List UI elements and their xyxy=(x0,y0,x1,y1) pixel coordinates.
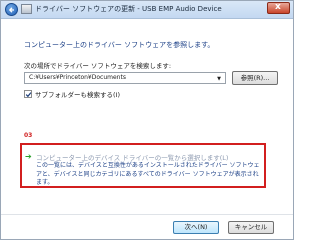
include-subfolders-label: サブフォルダーも検索する(I) xyxy=(35,91,120,99)
title-bar: ドライバー ソフトウェアの更新 - USB EMP Audio Device x xyxy=(1,1,293,19)
step-badge: 03 xyxy=(24,132,33,139)
browse-button[interactable]: 参照(R)... xyxy=(232,71,278,85)
green-arrow-icon: ➔ xyxy=(25,152,32,161)
close-button[interactable]: x xyxy=(267,2,290,14)
search-path-combobox[interactable]: C:¥Users¥Princeton¥Documents ▼ xyxy=(24,72,226,84)
next-button[interactable]: 次へ(N) xyxy=(173,221,219,234)
back-arrow-icon[interactable] xyxy=(5,3,18,16)
window-title: ドライバー ソフトウェアの更新 - USB EMP Audio Device xyxy=(35,5,222,13)
chevron-down-icon[interactable]: ▼ xyxy=(217,76,221,82)
pick-from-list-description: この一覧には、デバイスと互換性があるインストールされたドライバー ソフトウェアと… xyxy=(36,162,260,186)
search-path-value: C:¥Users¥Princeton¥Documents xyxy=(29,74,126,81)
dialog-window xyxy=(0,0,294,240)
cancel-button[interactable]: キャンセル xyxy=(228,221,274,234)
include-subfolders-checkbox[interactable] xyxy=(24,90,32,98)
page-heading: コンピューター上のドライバー ソフトウェアを参照します。 xyxy=(24,41,215,49)
search-location-label: 次の場所でドライバー ソフトウェアを検索します: xyxy=(24,62,172,70)
checkmark-icon xyxy=(25,92,32,98)
footer-divider xyxy=(1,214,293,215)
pick-from-list-link[interactable]: コンピューター上のデバイス ドライバーの一覧から選択します(L) xyxy=(36,152,228,162)
close-icon: x xyxy=(275,2,281,12)
device-manager-icon xyxy=(21,4,32,14)
